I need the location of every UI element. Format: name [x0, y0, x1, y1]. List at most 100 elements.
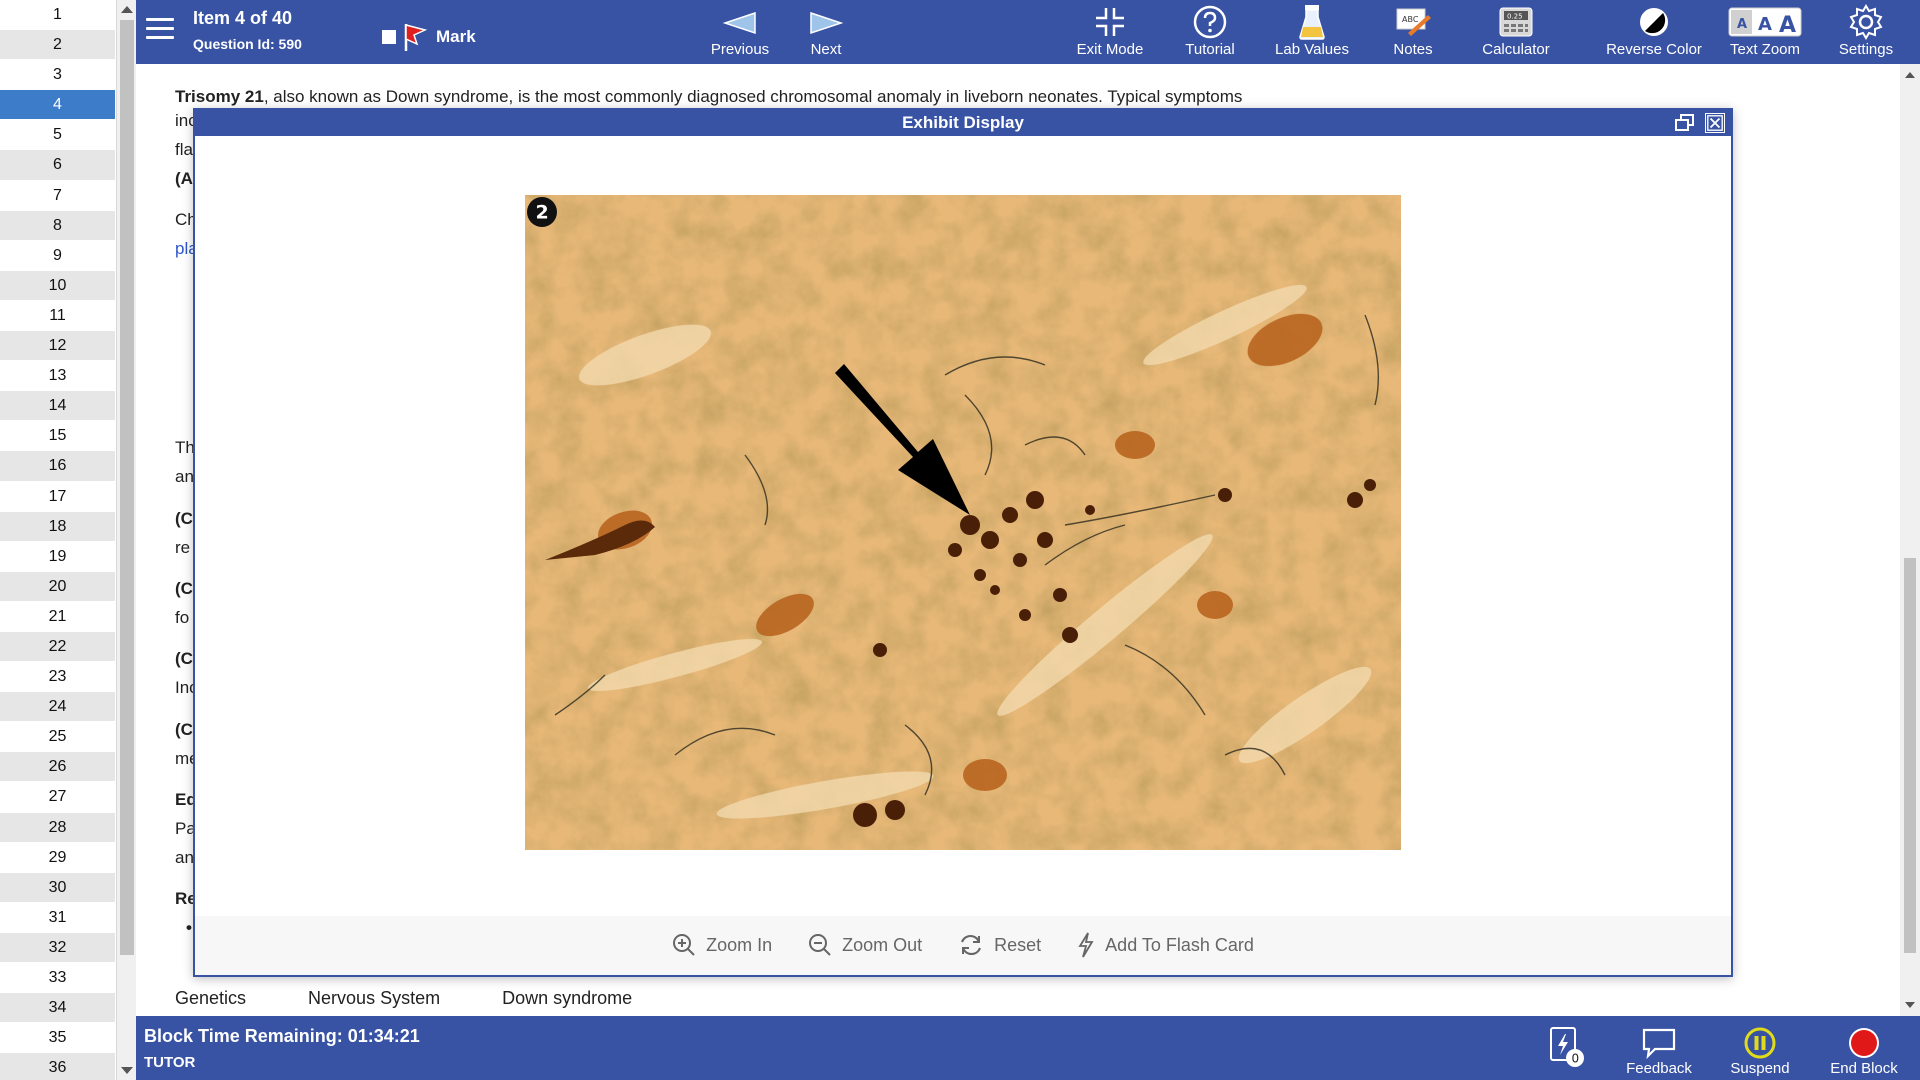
explanation-line-stub: (C: [175, 579, 193, 598]
lab-beaker-icon: [1299, 5, 1325, 40]
exhibit-toolbar: Zoom In Zoom Out Reset Add To Flash Card: [195, 920, 1731, 970]
question-number-item[interactable]: 2: [0, 30, 115, 61]
mark-checkbox[interactable]: [382, 30, 396, 44]
top-toolbar: Item 4 of 40 Question Id: 590 Mark Previ…: [136, 0, 1920, 64]
reset-button[interactable]: Reset: [958, 933, 1041, 957]
question-number-item[interactable]: 17: [0, 481, 115, 512]
notes-button[interactable]: ABC Notes: [1383, 2, 1443, 58]
explanation-line-stub: an: [175, 467, 194, 486]
text-zoom-button[interactable]: A A A Text Zoom: [1717, 2, 1813, 58]
question-number-item[interactable]: 27: [0, 782, 115, 813]
question-id: Question Id: 590: [193, 36, 302, 52]
exhibit-title-bar[interactable]: Exhibit Display: [195, 110, 1731, 136]
svg-text:0: 0: [1572, 1052, 1580, 1066]
question-number-item[interactable]: 19: [0, 541, 115, 572]
question-number-item[interactable]: 7: [0, 180, 115, 211]
scroll-down-arrow-icon[interactable]: [121, 1067, 133, 1074]
zoom-out-button[interactable]: Zoom Out: [808, 933, 922, 957]
mark-toggle[interactable]: Mark: [382, 22, 476, 52]
scroll-up-arrow-icon[interactable]: [121, 6, 133, 13]
question-number-item[interactable]: 36: [0, 1053, 115, 1080]
flash-card-icon: 0: [1550, 1027, 1584, 1067]
zoom-in-icon: [673, 934, 695, 956]
image-badge-number: 2: [536, 202, 549, 224]
question-number-item[interactable]: 23: [0, 662, 115, 693]
suspend-button[interactable]: Suspend: [1720, 1026, 1800, 1077]
question-number-item[interactable]: 26: [0, 752, 115, 783]
tag-system: Nervous System: [308, 988, 441, 1008]
question-number-item[interactable]: 15: [0, 421, 115, 452]
tutorial-button[interactable]: Tutorial: [1175, 2, 1245, 58]
question-number-item[interactable]: 25: [0, 722, 115, 753]
next-button[interactable]: Next: [796, 4, 856, 58]
flag-icon: [404, 24, 428, 51]
settings-button[interactable]: Settings: [1826, 2, 1906, 58]
scroll-up-arrow-icon[interactable]: [1905, 72, 1915, 78]
question-number-item[interactable]: 11: [0, 300, 115, 332]
question-number-item[interactable]: 30: [0, 872, 115, 903]
add-to-flash-card-button[interactable]: Add To Flash Card: [1077, 932, 1254, 958]
question-number-item[interactable]: 29: [0, 842, 115, 873]
question-number-item[interactable]: 21: [0, 601, 115, 632]
block-time-remaining: Block Time Remaining: 01:34:21: [144, 1026, 420, 1046]
question-number-item[interactable]: 10: [0, 270, 115, 301]
question-number-item[interactable]: 22: [0, 631, 115, 663]
stop-circle-icon: [1849, 1028, 1879, 1058]
tutorial-label: Tutorial: [1185, 41, 1235, 58]
content-scrollbar[interactable]: [1900, 64, 1920, 1016]
hamburger-menu-icon[interactable]: [146, 18, 174, 42]
speech-bubble-icon: [1642, 1028, 1676, 1059]
question-number-item[interactable]: 16: [0, 451, 115, 482]
next-arrow-icon: [810, 11, 844, 35]
reverse-color-button[interactable]: Reverse Color: [1584, 2, 1724, 58]
question-number-item[interactable]: 28: [0, 812, 115, 843]
exit-mode-button[interactable]: Exit Mode: [1070, 2, 1150, 58]
lab-values-button[interactable]: Lab Values: [1270, 2, 1354, 58]
zoom-in-button[interactable]: Zoom In: [672, 933, 772, 957]
lightning-icon: [1078, 932, 1094, 958]
close-icon[interactable]: [1705, 113, 1725, 133]
notes-label: Notes: [1393, 41, 1433, 58]
end-block-button[interactable]: End Block: [1816, 1026, 1912, 1077]
question-number-item[interactable]: 32: [0, 932, 115, 963]
question-number-item[interactable]: 1: [0, 0, 115, 31]
question-number-item[interactable]: 6: [0, 150, 115, 181]
suspend-label: Suspend: [1730, 1060, 1790, 1077]
histology-image[interactable]: 2: [525, 195, 1401, 850]
question-number-item[interactable]: 35: [0, 1023, 115, 1054]
text-zoom-label: Text Zoom: [1729, 41, 1801, 58]
scrollbar-thumb[interactable]: [1904, 558, 1916, 953]
text-zoom-icon: A A A: [1728, 7, 1802, 38]
question-number-item[interactable]: 24: [0, 692, 115, 723]
explanation-line-stub: re: [175, 538, 191, 557]
explanation-line-stub: (C: [175, 509, 193, 528]
explanation-line-stub: an: [175, 848, 194, 867]
question-number-item[interactable]: 14: [0, 391, 115, 422]
flash-card-counter-button[interactable]: 0: [1542, 1026, 1592, 1074]
restore-window-icon[interactable]: [1675, 114, 1695, 132]
question-number-item[interactable]: 8: [0, 210, 115, 241]
exhibit-display-window[interactable]: Exhibit Display 2 Zoom In Zoom Out Reset…: [193, 108, 1733, 977]
question-number-item[interactable]: 13: [0, 361, 115, 392]
question-number-item[interactable]: 12: [0, 331, 115, 362]
scrollbar-thumb[interactable]: [120, 20, 134, 955]
question-number-item[interactable]: 5: [0, 120, 115, 151]
question-number-item[interactable]: 4: [0, 90, 115, 121]
question-number-item[interactable]: 9: [0, 240, 115, 271]
feedback-button[interactable]: Feedback: [1616, 1026, 1702, 1077]
question-number-item[interactable]: 34: [0, 993, 115, 1024]
calculator-button[interactable]: 0.25 Calculator: [1476, 2, 1556, 58]
svg-text:A: A: [1758, 14, 1772, 35]
question-number-item[interactable]: 20: [0, 571, 115, 602]
question-number-item[interactable]: 31: [0, 902, 115, 933]
question-number-item[interactable]: 33: [0, 963, 115, 994]
question-number-item[interactable]: 18: [0, 511, 115, 542]
mode-label: TUTOR: [144, 1054, 196, 1071]
calculator-icon: 0.25: [1499, 7, 1533, 37]
question-list-scrollbar[interactable]: [116, 0, 136, 1080]
question-number-item[interactable]: 3: [0, 60, 115, 91]
previous-label: Previous: [710, 41, 770, 58]
explanation-text: Trisomy 21, also known as Down syndrome,…: [175, 82, 1375, 111]
scroll-down-arrow-icon[interactable]: [1905, 1002, 1915, 1008]
previous-button[interactable]: Previous: [700, 4, 780, 58]
